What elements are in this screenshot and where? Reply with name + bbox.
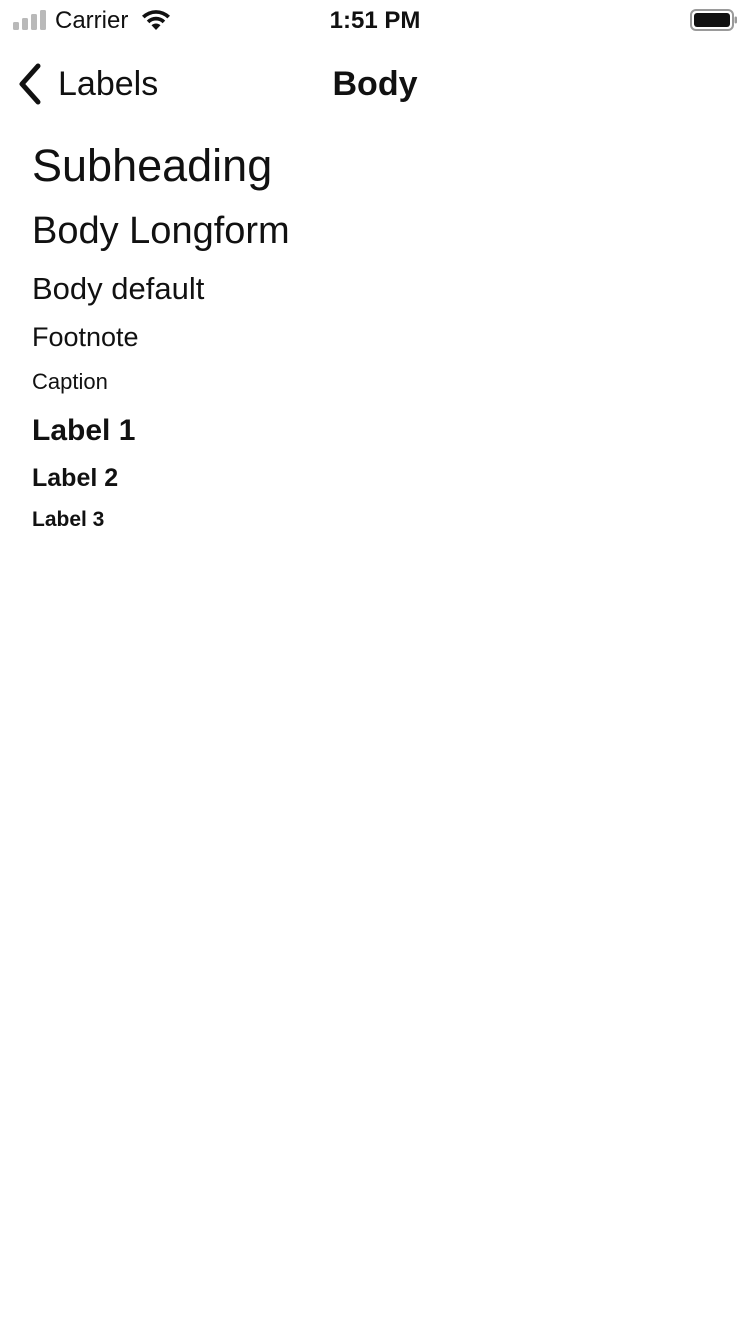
battery-icon bbox=[690, 9, 737, 31]
body-longform-sample: Body Longform bbox=[32, 210, 290, 252]
footnote-sample: Footnote bbox=[32, 322, 139, 352]
subheading-sample: Subheading bbox=[32, 140, 273, 191]
page-title: Body bbox=[332, 65, 418, 103]
navigation-bar: Labels Body bbox=[0, 40, 750, 128]
body-default-sample: Body default bbox=[32, 271, 205, 306]
status-bar: Carrier 1:51 PM bbox=[0, 0, 750, 40]
caption-sample: Caption bbox=[32, 369, 108, 394]
label-1-sample: Label 1 bbox=[32, 414, 136, 447]
type-specimen-list: Subheading Body Longform Body default Fo… bbox=[32, 132, 722, 534]
label-2-sample: Label 2 bbox=[32, 464, 119, 492]
status-time: 1:51 PM bbox=[329, 7, 421, 34]
label-3-sample: Label 3 bbox=[32, 508, 105, 531]
